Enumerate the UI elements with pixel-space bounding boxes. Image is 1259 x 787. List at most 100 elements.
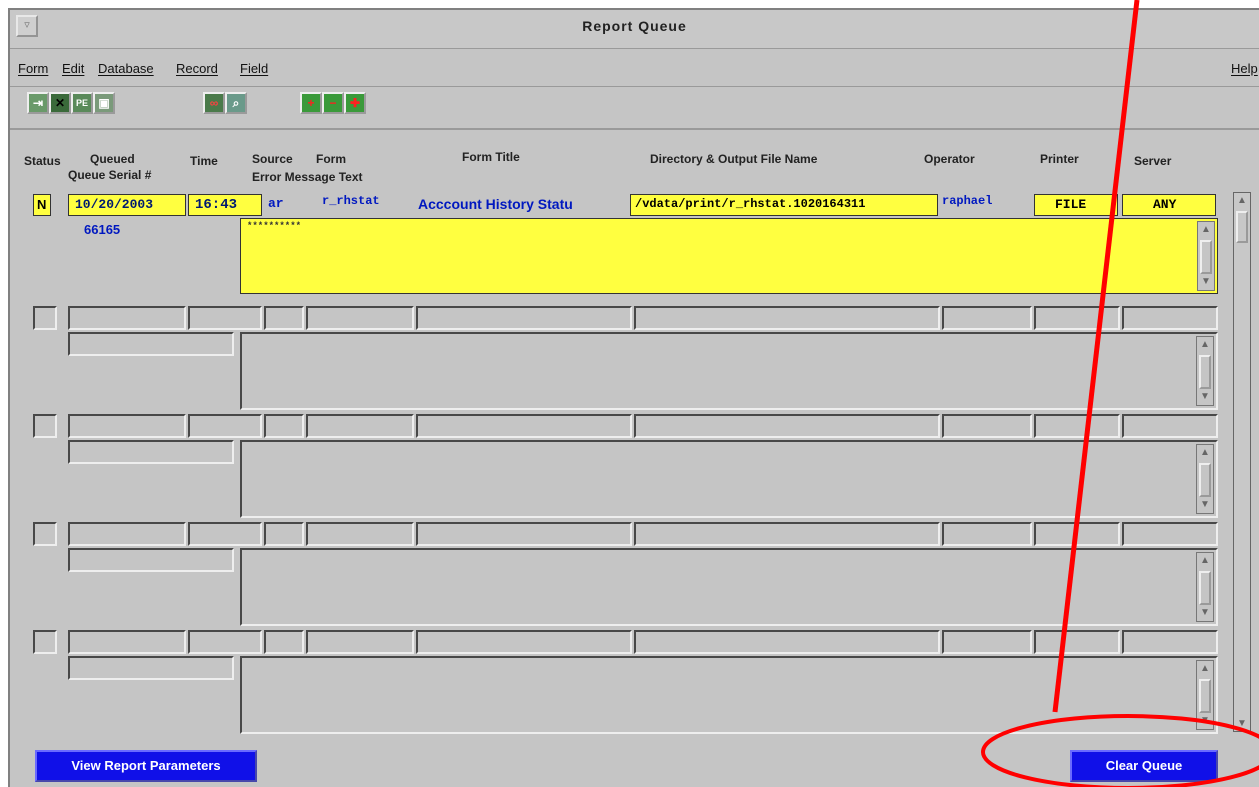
queue-serial-field[interactable] [68,332,234,356]
time-field[interactable] [188,306,262,330]
status-field[interactable] [33,522,57,546]
form-field[interactable] [306,522,414,546]
directory-field[interactable]: /vdata/print/r_rhstat.1020164311 [630,194,938,216]
time-field[interactable] [188,414,262,438]
menu-database[interactable]: Database [98,61,154,76]
status-field[interactable]: N [33,194,51,216]
delete-record-icon[interactable]: − [322,92,344,114]
operator-field[interactable] [942,522,1032,546]
time-field[interactable]: 16:43 [188,194,262,216]
header-form-title: Form Title [462,150,520,164]
form-title-field[interactable] [416,630,632,654]
directory-field[interactable] [634,630,940,654]
server-field[interactable] [1122,630,1218,654]
queue-serial-field[interactable] [68,440,234,464]
directory-field[interactable] [634,306,940,330]
operator-field[interactable] [942,630,1032,654]
error-scrollbar[interactable]: ▲ ▼ [1197,221,1215,291]
records-scrollbar[interactable]: ▲ ▼ [1233,192,1251,732]
directory-field[interactable] [634,414,940,438]
menu-help[interactable]: Help [1231,61,1258,76]
queued-date-field[interactable] [68,414,186,438]
pe-icon[interactable]: PE [71,92,93,114]
status-field[interactable] [33,630,57,654]
printer-field[interactable]: FILE [1034,194,1118,216]
clear-queue-button[interactable]: Clear Queue [1070,750,1218,782]
error-message-field[interactable]: ▲ ▼ [240,332,1218,410]
menu-form[interactable]: Form [18,61,48,76]
status-field[interactable] [33,414,57,438]
scroll-down-icon[interactable]: ▼ [1200,275,1212,289]
form-title-field[interactable] [416,522,632,546]
error-scrollbar[interactable]: ▲ ▼ [1196,444,1214,514]
queue-serial-field[interactable] [68,548,234,572]
error-scrollbar[interactable]: ▲ ▼ [1196,336,1214,406]
error-message-field[interactable]: ********** ▲ ▼ [240,218,1218,294]
scroll-down-icon[interactable]: ▼ [1236,718,1248,729]
scroll-up-icon[interactable]: ▲ [1236,195,1248,206]
directory-field[interactable] [634,522,940,546]
duplicate-record-icon[interactable]: ✚ [344,92,366,114]
error-message-field[interactable]: ▲ ▼ [240,548,1218,626]
source-field[interactable] [264,522,304,546]
time-field[interactable] [188,630,262,654]
header-source: Source [252,152,293,166]
header-printer: Printer [1040,152,1079,166]
queued-date-field[interactable] [68,522,186,546]
exit-icon[interactable]: ⇥ [27,92,49,114]
error-message-field[interactable]: ▲ ▼ [240,440,1218,518]
form-field[interactable] [306,306,414,330]
server-field[interactable]: ANY [1122,194,1216,216]
menu-edit[interactable]: Edit [62,61,84,76]
menu-field[interactable]: Field [240,61,268,76]
scroll-thumb[interactable] [1200,240,1212,274]
form-field[interactable] [306,630,414,654]
source-field[interactable] [264,414,304,438]
header-operator: Operator [924,152,975,166]
scroll-up-icon[interactable]: ▲ [1199,554,1211,568]
scroll-thumb[interactable] [1199,571,1211,605]
form-title-field[interactable] [416,306,632,330]
server-field[interactable] [1122,522,1218,546]
status-field[interactable] [33,306,57,330]
scroll-thumb[interactable] [1199,355,1211,389]
printer-field[interactable] [1034,630,1120,654]
error-message-field[interactable]: ▲ ▼ [240,656,1218,734]
source-field[interactable] [264,306,304,330]
scroll-thumb[interactable] [1199,463,1211,497]
menu-record[interactable]: Record [176,61,218,76]
scroll-up-icon[interactable]: ▲ [1200,223,1212,237]
time-field[interactable] [188,522,262,546]
scroll-thumb[interactable] [1199,679,1211,713]
printer-field[interactable] [1034,414,1120,438]
error-scrollbar[interactable]: ▲ ▼ [1196,552,1214,622]
form-title-field[interactable] [416,414,632,438]
view-report-parameters-button[interactable]: View Report Parameters [35,750,257,782]
queued-date-field[interactable] [68,306,186,330]
server-field[interactable] [1122,414,1218,438]
scroll-down-icon[interactable]: ▼ [1199,390,1211,404]
add-record-icon[interactable]: + [300,92,322,114]
queue-serial-field[interactable] [68,656,234,680]
cancel-icon[interactable]: ✕ [49,92,71,114]
printer-field[interactable] [1034,522,1120,546]
print-icon[interactable]: ▣ [93,92,115,114]
server-field[interactable] [1122,306,1218,330]
scroll-up-icon[interactable]: ▲ [1199,662,1211,676]
printer-field[interactable] [1034,306,1120,330]
queued-date-field[interactable]: 10/20/2003 [68,194,186,216]
scroll-down-icon[interactable]: ▼ [1199,714,1211,728]
form-field[interactable] [306,414,414,438]
scroll-down-icon[interactable]: ▼ [1199,606,1211,620]
scroll-down-icon[interactable]: ▼ [1199,498,1211,512]
queued-date-field[interactable] [68,630,186,654]
operator-field[interactable] [942,414,1032,438]
search-icon[interactable]: ⌕ [225,92,247,114]
error-scrollbar[interactable]: ▲ ▼ [1196,660,1214,730]
source-field[interactable] [264,630,304,654]
operator-field[interactable] [942,306,1032,330]
scroll-up-icon[interactable]: ▲ [1199,338,1211,352]
scroll-up-icon[interactable]: ▲ [1199,446,1211,460]
query-icon[interactable]: ∞ [203,92,225,114]
scroll-thumb[interactable] [1236,211,1248,243]
